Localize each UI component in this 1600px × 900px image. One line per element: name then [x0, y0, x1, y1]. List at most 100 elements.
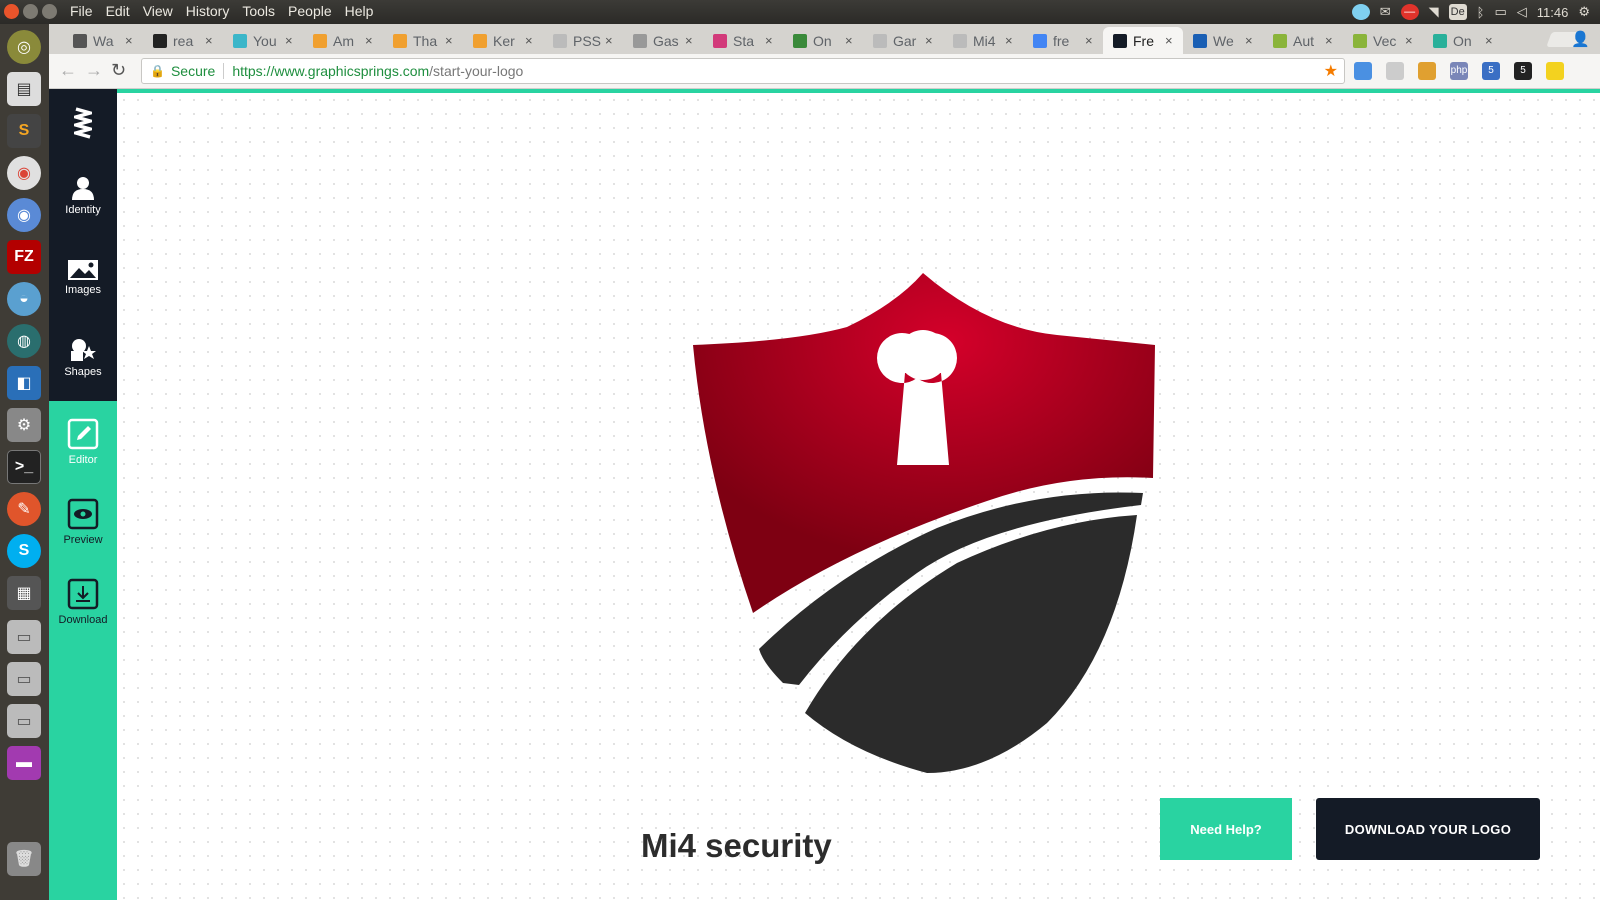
bluetooth-icon[interactable]: ᛒ — [1477, 5, 1485, 20]
drive-icon-2[interactable]: ▭ — [7, 662, 41, 696]
tab-close-icon[interactable]: × — [125, 33, 139, 48]
address-bar[interactable]: 🔒 Secure https://www.graphicsprings.com … — [141, 58, 1345, 84]
wifi-icon[interactable]: ◥ — [1429, 4, 1439, 20]
sidebar-item-images[interactable]: Images — [49, 260, 117, 296]
browser-tab[interactable]: Am × — [303, 27, 383, 54]
browser-tab[interactable]: Aut × — [1263, 27, 1343, 54]
shield-lock-logo[interactable] — [687, 273, 1167, 793]
browser-tab[interactable]: On × — [1423, 27, 1503, 54]
tab-close-icon[interactable]: × — [845, 33, 859, 48]
system-tools-icon[interactable]: ⚙ — [7, 408, 41, 442]
browser-tab[interactable]: Ker × — [463, 27, 543, 54]
skype-icon[interactable]: S — [7, 534, 41, 568]
messaging-icon[interactable]: ✉ — [1380, 4, 1391, 20]
need-help-button[interactable]: Need Help? — [1160, 798, 1292, 860]
terminal-icon[interactable]: >_ — [7, 450, 41, 484]
browser-tab[interactable]: Gas × — [623, 27, 703, 54]
tab-close-icon[interactable]: × — [1085, 33, 1099, 48]
no-entry-icon[interactable]: — — [1400, 4, 1419, 20]
app-logo[interactable] — [49, 105, 117, 145]
browser-tab[interactable]: Sta × — [703, 27, 783, 54]
browser-tab[interactable]: PSS × — [543, 27, 623, 54]
menu-file[interactable]: File — [70, 3, 93, 19]
grid-icon[interactable] — [1386, 62, 1404, 80]
tab-close-icon[interactable]: × — [205, 33, 219, 48]
smile-icon[interactable] — [1546, 62, 1564, 80]
tab-close-icon[interactable]: × — [1405, 33, 1419, 48]
browser-tab[interactable]: rea × — [143, 27, 223, 54]
browser-tab[interactable]: Tha × — [383, 27, 463, 54]
back-arrow-icon[interactable]: ← — [59, 60, 77, 81]
ubuntu-dash-icon[interactable]: ◎ — [7, 30, 41, 64]
sidebar-item-download[interactable]: Download — [49, 578, 117, 626]
browser-tab[interactable]: We × — [1183, 27, 1263, 54]
download-logo-button[interactable]: DOWNLOAD YOUR LOGO — [1316, 798, 1540, 860]
reload-icon[interactable]: ↻ — [111, 60, 126, 81]
browser-tab[interactable]: Mi4 × — [943, 27, 1023, 54]
menu-view[interactable]: View — [143, 3, 173, 19]
browser-tab[interactable]: Fre × — [1103, 27, 1183, 54]
clock[interactable]: 11:46 — [1537, 5, 1569, 20]
sidebar-item-editor[interactable]: Editor — [49, 418, 117, 466]
workspace-switcher-icon[interactable]: ▦ — [7, 576, 41, 610]
window-close-button[interactable] — [4, 4, 19, 19]
filezilla-icon[interactable]: FZ — [7, 240, 41, 274]
browser-tab[interactable]: Vec × — [1343, 27, 1423, 54]
browser-tab[interactable]: On × — [783, 27, 863, 54]
tab-close-icon[interactable]: × — [1005, 33, 1019, 48]
tab-close-icon[interactable]: × — [1165, 33, 1179, 48]
tab-close-icon[interactable]: × — [1325, 33, 1339, 48]
chrome-icon[interactable]: ◉ — [7, 156, 41, 190]
gitkraken-icon[interactable]: ◍ — [7, 324, 41, 358]
browser-tab[interactable]: fre × — [1023, 27, 1103, 54]
chromium-icon[interactable]: ◉ — [7, 198, 41, 232]
forward-arrow-icon[interactable]: → — [85, 60, 103, 81]
tab-close-icon[interactable]: × — [925, 33, 939, 48]
trash-icon[interactable]: 🗑 — [7, 842, 41, 876]
tab-close-icon[interactable]: × — [765, 33, 779, 48]
window-minimize-button[interactable] — [23, 4, 38, 19]
tab-close-icon[interactable]: × — [365, 33, 379, 48]
drive-icon-3[interactable]: ▭ — [7, 704, 41, 738]
notification-icon[interactable]: 5 — [1482, 62, 1500, 80]
tab-close-icon[interactable]: × — [445, 33, 459, 48]
menu-edit[interactable]: Edit — [106, 3, 130, 19]
amazon-icon[interactable]: 5 — [1514, 62, 1532, 80]
sidebar-item-preview[interactable]: Preview — [49, 498, 117, 546]
keyboard-layout[interactable]: De — [1448, 4, 1467, 20]
vscode-icon[interactable]: ◧ — [7, 366, 41, 400]
tab-close-icon[interactable]: × — [525, 33, 539, 48]
menu-tools[interactable]: Tools — [242, 3, 275, 19]
drive-icon[interactable]: ▭ — [7, 620, 41, 654]
browser-tab[interactable]: You × — [223, 27, 303, 54]
sidebar-item-identity[interactable]: Identity — [49, 176, 117, 216]
logo-canvas[interactable]: Mi4 security — [117, 93, 1600, 900]
ruler-icon[interactable] — [1418, 62, 1436, 80]
inkscape-icon[interactable]: ✎ — [7, 492, 41, 526]
menu-people[interactable]: People — [288, 3, 332, 19]
sublime-text-icon[interactable]: S — [7, 114, 41, 148]
browser-tab[interactable]: Wa × — [63, 27, 143, 54]
menu-help[interactable]: Help — [345, 3, 374, 19]
profile-icon[interactable]: 👤 — [1571, 30, 1590, 48]
php-icon[interactable]: php — [1450, 62, 1468, 80]
battery-icon[interactable]: ▭ — [1494, 4, 1506, 20]
skype-tray-icon[interactable] — [1351, 4, 1370, 20]
browser-tab[interactable]: Gar × — [863, 27, 943, 54]
layers-icon[interactable] — [1354, 62, 1372, 80]
app-window-icon[interactable]: ▬ — [7, 746, 41, 780]
sidebar-item-shapes[interactable]: Shapes — [49, 338, 117, 378]
bookmark-star-icon[interactable]: ★ — [1324, 61, 1338, 81]
tab-close-icon[interactable]: × — [605, 33, 619, 48]
tab-close-icon[interactable]: × — [1245, 33, 1259, 48]
settings-gear-icon[interactable]: ⚙ — [1578, 4, 1590, 20]
menu-history[interactable]: History — [186, 3, 230, 19]
window-maximize-button[interactable] — [42, 4, 57, 19]
tab-close-icon[interactable]: × — [685, 33, 699, 48]
tab-close-icon[interactable]: × — [1485, 33, 1499, 48]
volume-icon[interactable]: ◁ — [1517, 4, 1527, 20]
brand-name-text[interactable]: Mi4 security — [641, 827, 832, 865]
files-icon[interactable]: ▤ — [7, 72, 41, 106]
tab-close-icon[interactable]: × — [285, 33, 299, 48]
mysql-workbench-icon[interactable]: ◒ — [7, 282, 41, 316]
